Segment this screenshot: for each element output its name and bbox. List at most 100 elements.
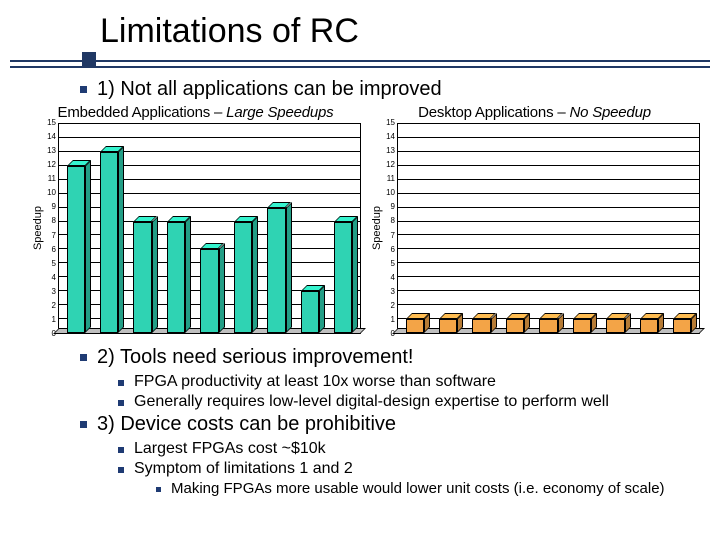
bar-front <box>640 319 658 333</box>
gridline <box>398 234 699 235</box>
ytick: 12 <box>47 161 56 169</box>
bullet-icon <box>80 354 87 361</box>
bullet-icon <box>80 86 87 93</box>
bullet-3: 3) Device costs can be prohibitive <box>80 413 700 436</box>
chart-right-area: Speedup 0123456789101112131415 <box>369 123 700 334</box>
bar-side <box>286 202 292 333</box>
bar-front <box>334 222 352 333</box>
ytick: 7 <box>52 232 56 240</box>
ytick: 14 <box>386 133 395 141</box>
ytick: 5 <box>52 260 56 268</box>
bar <box>167 222 185 333</box>
ytick: 2 <box>391 302 395 310</box>
gridline <box>398 179 699 180</box>
bullet-1: 1) Not all applications can be improved <box>80 78 680 101</box>
ytick: 13 <box>386 147 395 155</box>
ytick: 2 <box>52 302 56 310</box>
bar <box>133 222 151 333</box>
bullet-3b-i: Making FPGAs more usable would lower uni… <box>156 480 700 497</box>
ytick: 1 <box>391 316 395 324</box>
charts-row: Embedded Applications – Large Speedups S… <box>30 104 700 334</box>
bar-side <box>252 216 258 333</box>
ytick: 15 <box>47 119 56 127</box>
bullet-2b: Generally requires low-level digital-des… <box>118 393 700 411</box>
ytick: 4 <box>391 274 395 282</box>
ytick: 8 <box>52 217 56 225</box>
gridline <box>59 137 360 138</box>
chart-left-title-em: Large Speedups <box>226 104 333 121</box>
ytick: 11 <box>387 175 395 183</box>
bullet-2b-text: Generally requires low-level digital-des… <box>134 393 609 411</box>
bar-front <box>167 222 185 333</box>
chart-right-title-em: No Speedup <box>569 104 650 121</box>
bar <box>573 319 591 333</box>
ytick: 10 <box>47 189 56 197</box>
ytick: 3 <box>391 288 395 296</box>
ytick: 5 <box>391 260 395 268</box>
gridline <box>398 248 699 249</box>
bar-side <box>85 160 91 333</box>
bullet-3b: Symptom of limitations 1 and 2 <box>118 460 700 478</box>
ytick: 6 <box>391 246 395 254</box>
ytick: 6 <box>52 246 56 254</box>
bullet-1-wrap: 1) Not all applications can be improved <box>80 78 680 105</box>
chart-right: Desktop Applications – No Speedup Speedu… <box>369 104 700 334</box>
bar-front <box>439 319 457 333</box>
bar <box>67 166 85 333</box>
bullet-icon <box>118 380 124 386</box>
bar-front <box>539 319 557 333</box>
bar <box>673 319 691 333</box>
ytick: 3 <box>52 288 56 296</box>
title-underline <box>10 60 710 68</box>
page-title: Limitations of RC <box>100 12 359 51</box>
bullet-icon <box>118 400 124 406</box>
gridline <box>398 221 699 222</box>
chart-left-yaxis: 0123456789101112131415 <box>44 123 58 334</box>
bar <box>301 291 319 333</box>
gridline <box>398 207 699 208</box>
gridline <box>398 262 699 263</box>
chart-left-plot <box>58 123 361 334</box>
gridline <box>398 304 699 305</box>
bar <box>439 319 457 333</box>
bullet-3a-text: Largest FPGAs cost ~$10k <box>134 440 326 458</box>
bar <box>539 319 557 333</box>
bar-side <box>185 216 191 333</box>
gridline <box>398 137 699 138</box>
chart-right-title: Desktop Applications – No Speedup <box>369 104 700 121</box>
ytick: 15 <box>386 119 395 127</box>
ytick: 11 <box>48 175 56 183</box>
ytick: 14 <box>47 133 56 141</box>
slide: Limitations of RC 1) Not all application… <box>0 0 720 540</box>
bar-front <box>67 166 85 333</box>
bar <box>234 222 252 333</box>
bullet-1-text: 1) Not all applications can be improved <box>97 78 442 101</box>
bullet-2a: FPGA productivity at least 10x worse tha… <box>118 373 700 391</box>
bar-front <box>673 319 691 333</box>
gridline <box>398 193 699 194</box>
bullet-icon <box>118 447 124 453</box>
bar-side <box>152 216 158 333</box>
bar <box>100 152 118 333</box>
bar-front <box>100 152 118 333</box>
bar-front <box>573 319 591 333</box>
bullet-2: 2) Tools need serious improvement! <box>80 346 700 369</box>
bar <box>640 319 658 333</box>
ytick: 10 <box>386 189 395 197</box>
bullet-icon <box>156 487 161 492</box>
chart-right-yaxis: 0123456789101112131415 <box>383 123 397 334</box>
bar <box>472 319 490 333</box>
bar-front <box>472 319 490 333</box>
bullet-3a: Largest FPGAs cost ~$10k <box>118 440 700 458</box>
ytick: 13 <box>47 147 56 155</box>
chart-right-title-pre: Desktop Applications – <box>418 104 569 121</box>
bar <box>267 208 285 333</box>
chart-left-title: Embedded Applications – Large Speedups <box>30 104 361 121</box>
chart-left-area: Speedup 0123456789101112131415 <box>30 123 361 334</box>
bar-front <box>200 249 218 333</box>
bar-side <box>219 243 225 333</box>
bullet-2a-text: FPGA productivity at least 10x worse tha… <box>134 373 496 391</box>
bar <box>606 319 624 333</box>
bar-front <box>133 222 151 333</box>
ytick: 1 <box>52 316 56 324</box>
